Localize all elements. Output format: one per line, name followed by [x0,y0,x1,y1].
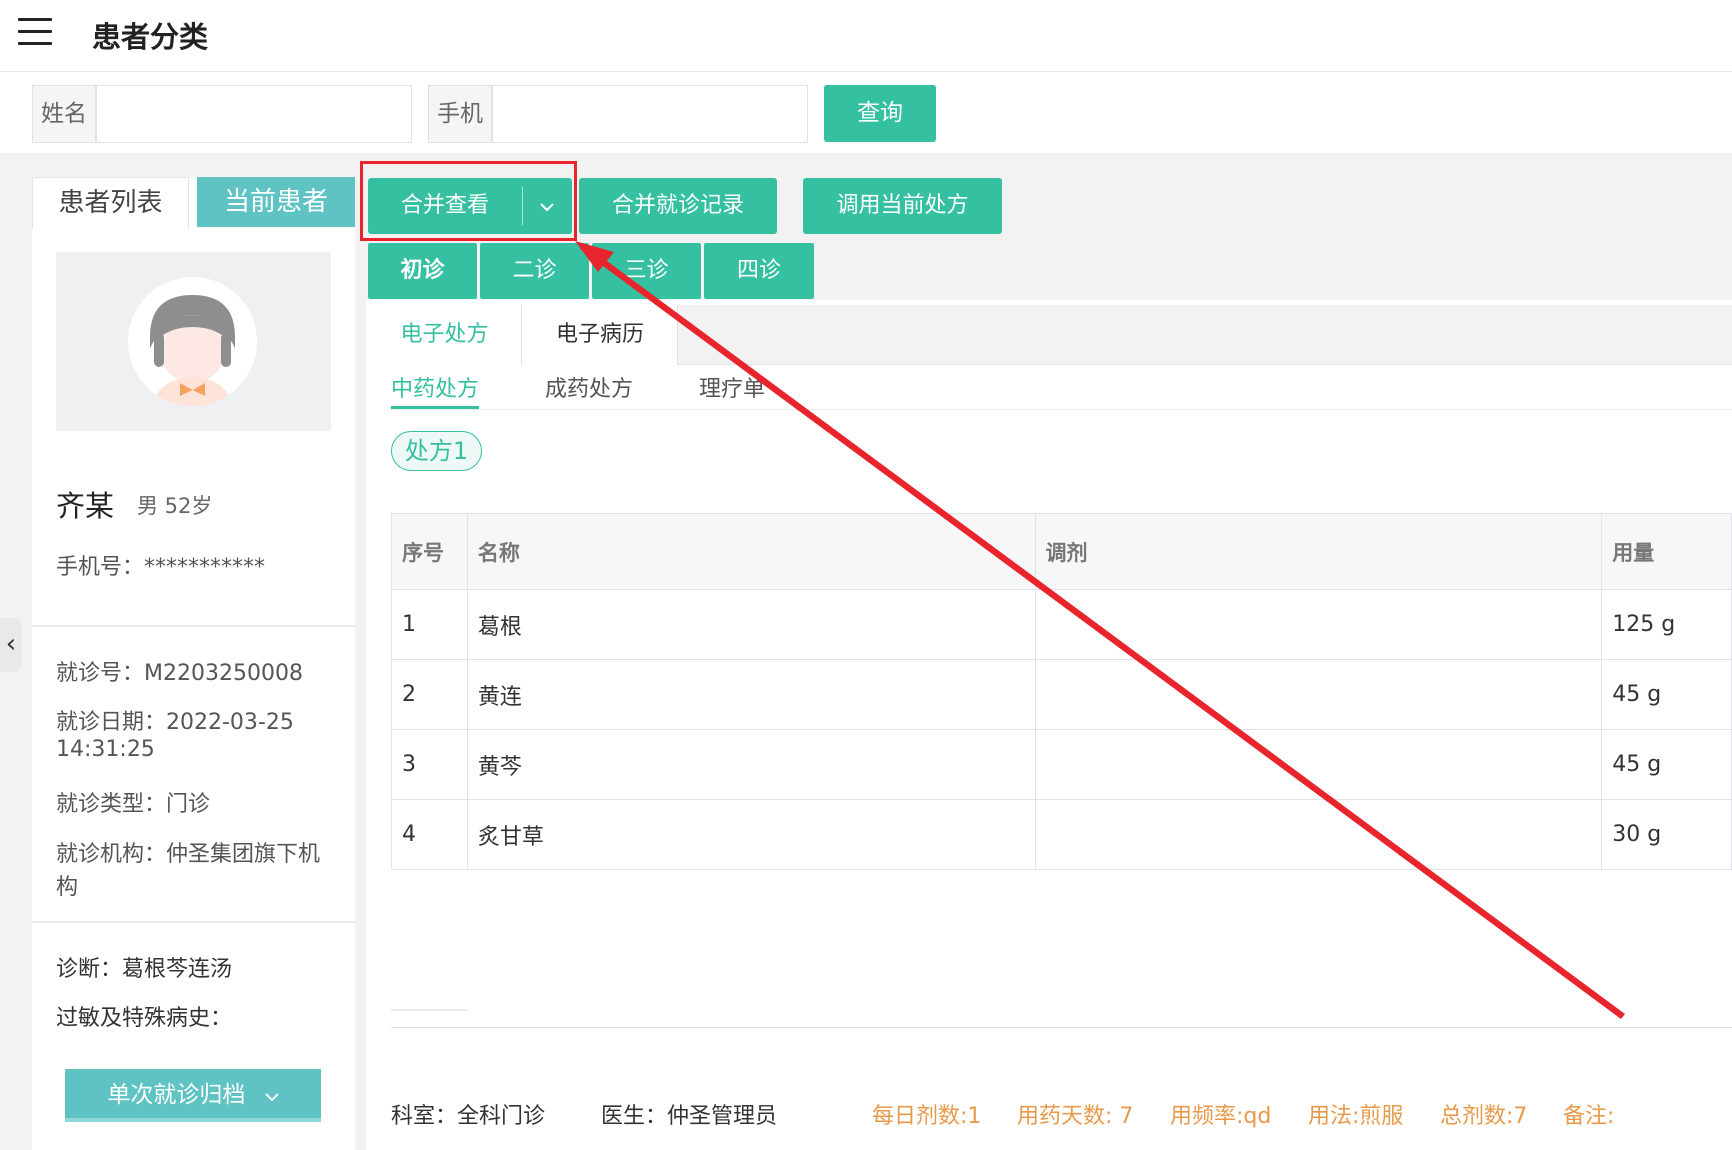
cell-dosage: 45 g [1601,729,1732,800]
table-row: 2 黄连 45 g [391,659,1732,730]
use-current-rx-button[interactable]: 调用当前处方 [803,178,1002,234]
divider [32,625,355,627]
column-header: 用量 [1601,513,1732,590]
merge-view-button[interactable]: 合并查看 [368,178,572,234]
menu-icon[interactable] [18,18,52,46]
tab-current-patient[interactable]: 当前患者 [197,177,355,227]
query-button[interactable]: 查询 [824,85,936,142]
archive-visit-label: 单次就诊归档 [107,1082,246,1108]
column-header: 调剂 [1034,513,1603,590]
cell-name: 葛根 [466,589,1036,660]
cell-index: 1 [391,589,468,660]
cell-dosage: 125 g [1601,589,1732,660]
column-header: 名称 [466,513,1036,590]
cell-dosage: 30 g [1601,799,1732,870]
page-title: 患者分类 [92,20,209,54]
cell-index: 2 [391,659,468,730]
table-header-row: 序号 名称 调剂 用量 [391,513,1732,590]
footer-frequency: 用频率:qd [1170,1104,1272,1129]
visit-number: 就诊号：M2203250008 [56,661,303,686]
archive-visit-button[interactable]: 单次就诊归档 [65,1069,321,1122]
divider [391,1009,468,1011]
table-row: 4 炙甘草 30 g [391,799,1732,870]
visit-fourth-button[interactable]: 四诊 [704,243,814,299]
rx-tag[interactable]: 处方1 [391,431,482,471]
cell-name: 黄芩 [466,729,1036,800]
name-input[interactable] [96,85,412,143]
visit-org: 就诊机构：仲圣集团旗下机 [56,842,321,867]
visit-org-continued: 构 [56,875,79,900]
name-label: 姓名 [32,85,96,143]
patient-gender-age: 男 52岁 [137,494,213,518]
tab-e-prescription[interactable]: 电子处方 [368,305,522,365]
visit-first-button[interactable]: 初诊 [368,243,477,299]
cell-name: 炙甘草 [466,799,1036,870]
tab-patent-rx[interactable]: 成药处方 [545,370,633,410]
top-bar: 患者分类 [0,0,1732,72]
allergy-history: 过敏及特殊病史： [56,1006,233,1031]
subtab-underline [390,409,1732,410]
avatar-icon [128,277,257,406]
footer-total-doses: 总剂数:7 [1440,1104,1528,1129]
avatar [128,277,257,406]
footer-usage: 用法:煎服 [1308,1104,1404,1129]
cell-prep [1034,659,1603,730]
tab-strip-background [678,305,1732,365]
phone-input[interactable] [492,85,808,143]
split-divider [522,187,523,225]
footer-days: 用药天数: 7 [1017,1104,1134,1129]
footer-doctor: 医生：仲圣管理员 [601,1104,778,1129]
table-row: 3 黄芩 45 g [391,729,1732,800]
cell-prep [1034,799,1603,870]
chevron-down-icon [264,1082,279,1108]
visit-third-button[interactable]: 三诊 [592,243,701,299]
table-row: 1 葛根 125 g [391,589,1732,660]
visit-second-button[interactable]: 二诊 [480,243,589,299]
cell-index: 4 [391,799,468,870]
tab-herbal-rx[interactable]: 中药处方 [391,370,480,410]
cell-name: 黄连 [466,659,1036,730]
rx-table: 序号 名称 调剂 用量 1 葛根 125 g 2 黄连 45 g 3 黄芩 45… [391,513,1732,870]
cell-prep [1034,589,1603,660]
tab-patient-list[interactable]: 患者列表 [32,177,189,229]
diagnosis: 诊断：葛根芩连汤 [56,957,233,982]
tab-therapy-sheet[interactable]: 理疗单 [699,370,765,410]
search-bar: 姓名 手机 查询 [0,73,1732,153]
tab-e-medical-record[interactable]: 电子病历 [523,305,678,365]
visit-type: 就诊类型：门诊 [56,792,211,817]
collapse-panel-icon[interactable]: ‹ [0,618,22,672]
patient-name: 齐某 [56,489,115,523]
column-header: 序号 [391,513,468,590]
avatar-frame [56,252,331,431]
merge-records-button[interactable]: 合并就诊记录 [579,178,777,234]
patient-phone: 手机号：*********** [56,555,266,580]
cell-index: 3 [391,729,468,800]
cell-dosage: 45 g [1601,659,1732,730]
divider [32,921,355,923]
merge-view-label: 合并查看 [400,193,489,218]
visit-date: 就诊日期：2022-03-25 [56,710,294,735]
phone-label: 手机 [428,85,492,143]
visit-time: 14:31:25 [56,737,155,762]
divider [391,1027,1732,1028]
chevron-down-icon[interactable] [522,178,572,234]
footer-department: 科室：全科门诊 [391,1104,546,1129]
footer-remark: 备注: [1563,1104,1615,1129]
footer-daily-doses: 每日剂数:1 [872,1104,982,1129]
cell-prep [1034,729,1603,800]
